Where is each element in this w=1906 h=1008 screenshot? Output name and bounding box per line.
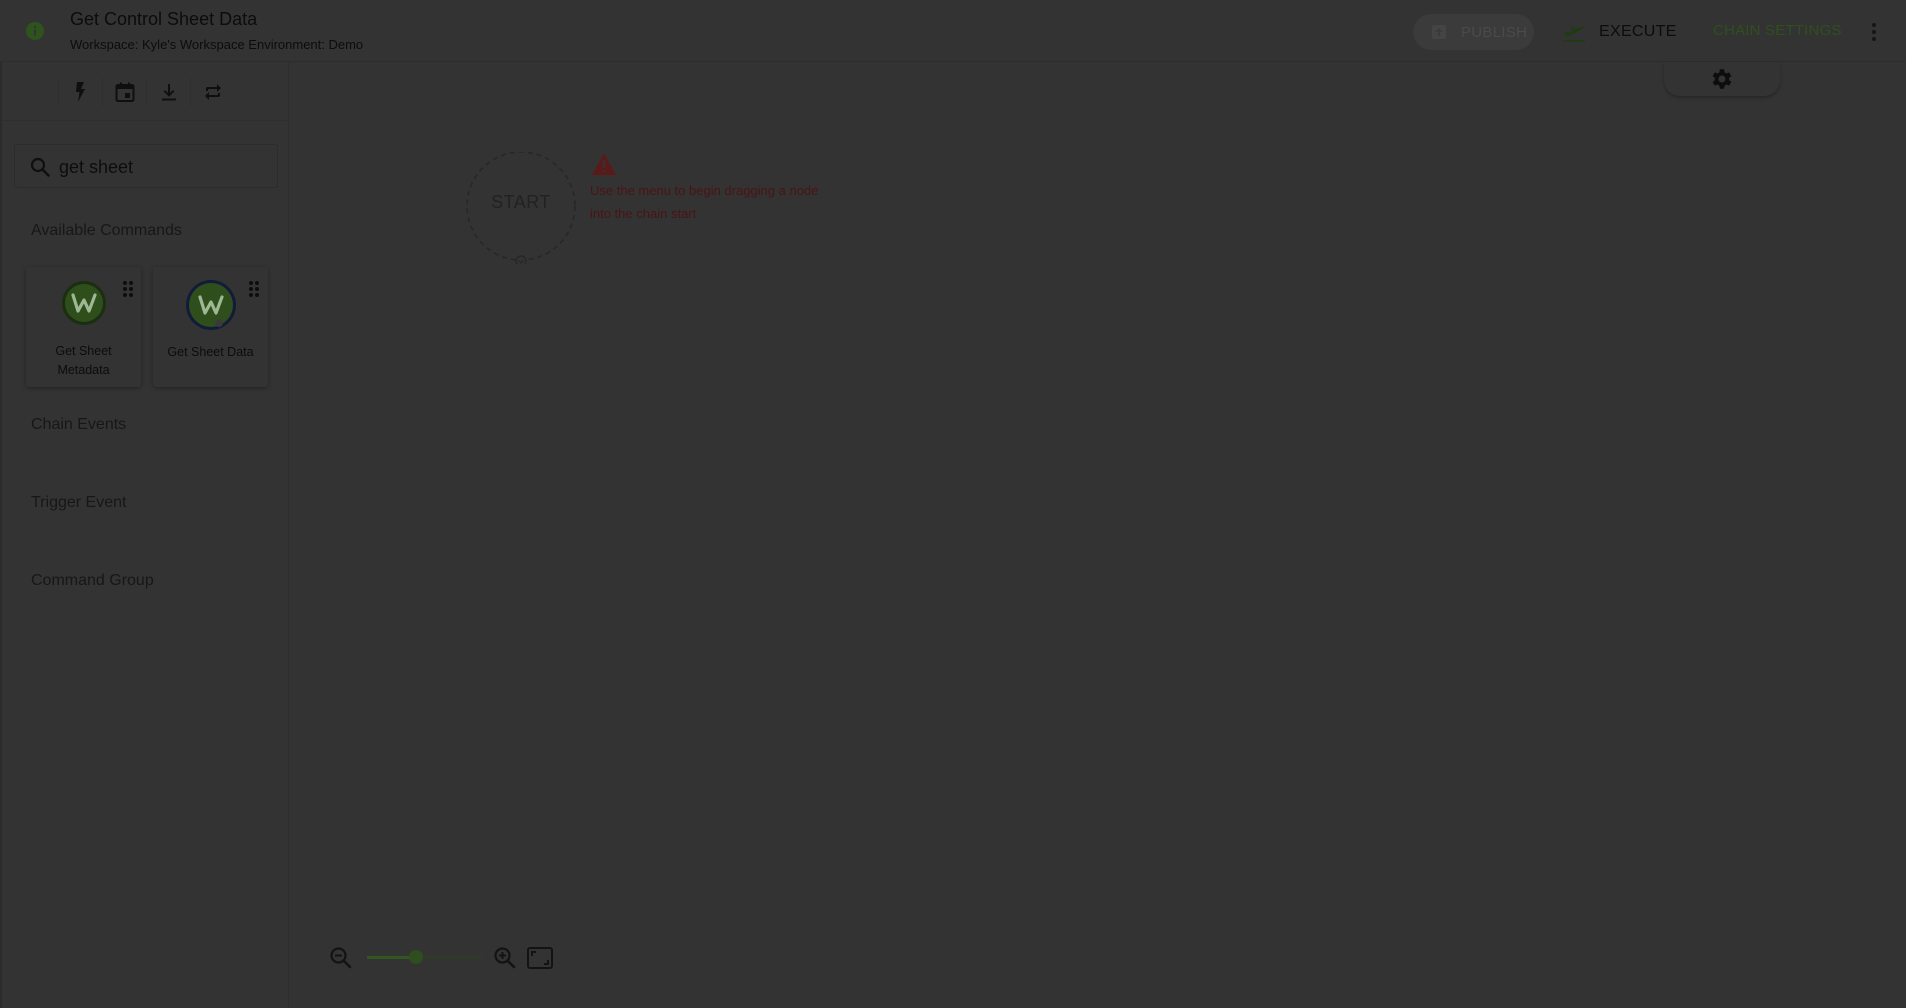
publish-button[interactable]: PUBLISH [1413, 14, 1534, 50]
download-icon [162, 84, 176, 101]
execute-button[interactable]: EXECUTE [1560, 18, 1677, 46]
drag-handle-icon[interactable] [246, 279, 262, 299]
info-icon[interactable] [25, 21, 45, 41]
zoom-slider-thumb[interactable] [408, 950, 423, 964]
repeat-icon [205, 84, 221, 100]
publish-label: PUBLISH [1461, 23, 1528, 41]
section-command-group[interactable]: Command Group [31, 572, 154, 590]
zoom-slider[interactable] [367, 950, 483, 964]
sidebar-toolbar [2, 62, 289, 121]
warning-icon [592, 153, 616, 175]
workspace-subtitle: Workspace: Kyle's Workspace Environment:… [70, 37, 364, 52]
command-card-get-sheet-metadata[interactable]: Get Sheet Metadata [26, 267, 141, 387]
flight-takeoff-icon [1563, 26, 1585, 42]
command-name: Get Sheet Metadata [55, 344, 112, 377]
schedule-tool[interactable] [102, 77, 147, 107]
repeat-tool[interactable] [190, 77, 235, 107]
command-name: Get Sheet Data [167, 345, 254, 359]
search-icon [30, 157, 50, 177]
execute-label: EXECUTE [1599, 23, 1677, 40]
calendar-icon [115, 82, 135, 102]
start-warning-text: Use the menu to begin dragging a node in… [590, 183, 819, 221]
section-trigger-event[interactable]: Trigger Event [31, 494, 126, 512]
drag-handle-icon[interactable] [120, 279, 136, 299]
lightning-icon [76, 82, 85, 102]
download-tool[interactable] [146, 77, 191, 107]
section-chain-events[interactable]: Chain Events [31, 416, 126, 434]
command-card-get-sheet-data[interactable]: Get Sheet Data [153, 267, 268, 387]
start-label: START [491, 192, 551, 212]
available-commands-label: Available Commands [31, 222, 182, 239]
command-search[interactable] [14, 144, 278, 188]
zoom-in-icon[interactable] [492, 945, 518, 971]
publish-icon [1432, 25, 1446, 39]
chain-settings-button[interactable]: CHAIN SETTINGS [1713, 22, 1842, 39]
zoom-out-icon[interactable] [328, 945, 354, 971]
fit-to-screen-icon[interactable] [526, 945, 554, 971]
wrike-logo-icon [62, 281, 106, 325]
sidebar: Available Commands Get Sheet Metadata Ge… [2, 62, 289, 1008]
app-header: Get Control Sheet Data Workspace: Kyle's… [0, 0, 1906, 62]
more-vert-icon[interactable] [1862, 18, 1886, 46]
page-title: Get Control Sheet Data [70, 9, 258, 29]
wrike-logo-icon [186, 280, 236, 330]
trigger-tool[interactable] [58, 77, 103, 107]
search-input[interactable] [59, 156, 269, 178]
